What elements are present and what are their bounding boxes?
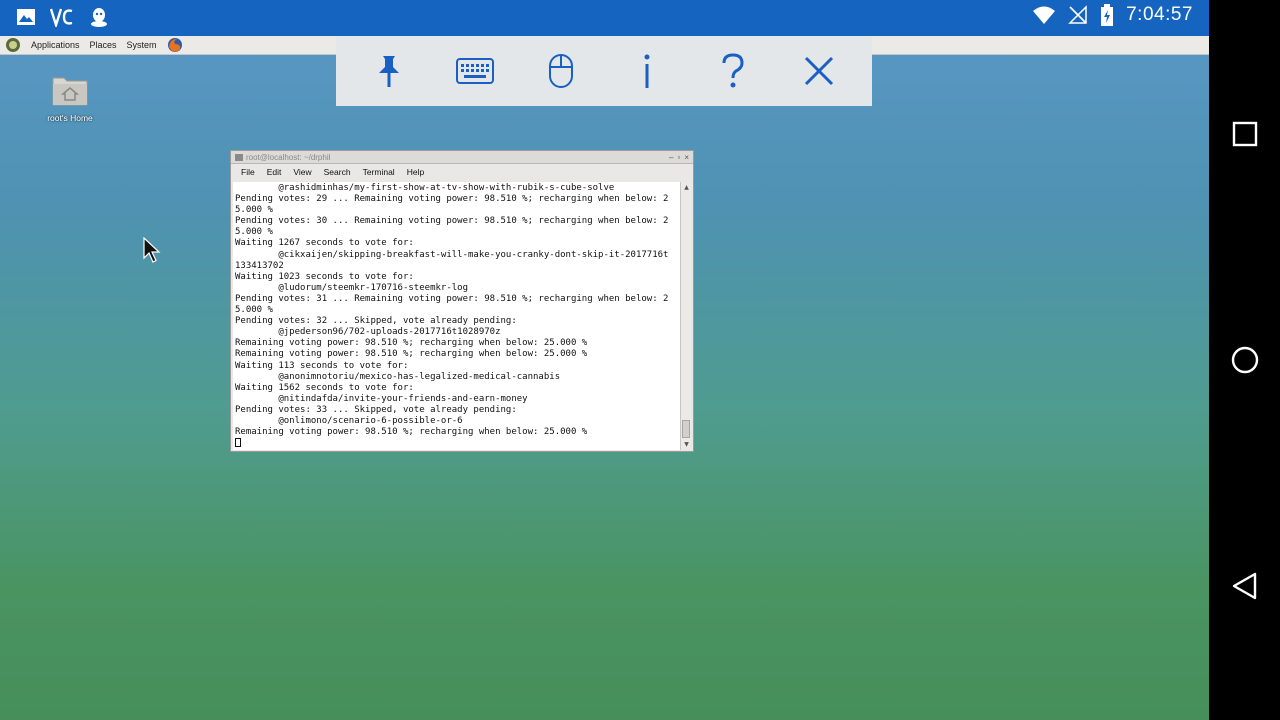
gallery-icon [17, 9, 35, 25]
terminal-cursor [235, 438, 241, 448]
terminal-line: 5.000 % [235, 227, 273, 238]
terminal-titlebar[interactable]: root@localhost: ~/drphil – ▫ × [231, 151, 693, 164]
terminal-line: Remaining voting power: 98.510 %; rechar… [235, 338, 588, 349]
menu-edit[interactable]: Edit [267, 167, 282, 177]
menu-help[interactable]: Help [407, 167, 424, 177]
terminal-line: Remaining voting power: 98.510 %; rechar… [235, 349, 588, 360]
home-folder-desktop-icon[interactable]: root's Home [45, 74, 95, 123]
terminal-line: Waiting 1023 seconds to vote for: [235, 271, 414, 282]
mouse-icon [549, 54, 573, 88]
terminal-line: 5.000 % [235, 305, 273, 316]
terminal-line: Waiting 1562 seconds to vote for: [235, 382, 414, 393]
notification-app-icon [91, 8, 107, 27]
home-icon [1231, 346, 1259, 374]
battery-charging-icon [1101, 4, 1114, 26]
terminal-line: @jpederson96/702-uploads-2017716t1028970… [235, 327, 501, 338]
scroll-down-icon[interactable]: ▼ [681, 439, 692, 450]
applications-menu[interactable]: Applications [31, 40, 80, 50]
terminal-line: Remaining voting power: 98.510 %; rechar… [235, 427, 588, 438]
pin-icon [379, 56, 399, 87]
status-bar: 7:04:57 [0, 0, 1209, 36]
terminal-prompt-line [235, 438, 682, 449]
recents-button[interactable] [1229, 118, 1261, 150]
home-button[interactable] [1229, 344, 1261, 376]
recents-icon [1232, 121, 1258, 147]
mouse-pointer-icon [143, 237, 161, 263]
home-folder-icon [52, 77, 88, 106]
menu-terminal[interactable]: Terminal [363, 167, 395, 177]
terminal-line: @ludorum/steemkr-170716-steemkr-log [235, 282, 468, 293]
terminal-output[interactable]: @rashidminhas/my-first-show-at-tv-show-w… [233, 182, 682, 450]
maximize-icon[interactable]: ▫ [677, 151, 680, 164]
terminal-line: @cikxaijen/skipping-breakfast-will-make-… [235, 249, 669, 260]
terminal-line: @anonimnotoriu/mexico-has-legalized-medi… [235, 371, 561, 382]
remote-desktop[interactable]: Applications Places System root's Home r… [0, 36, 1209, 720]
wifi-icon [1033, 6, 1056, 24]
close-icon [804, 56, 834, 86]
back-icon [1232, 572, 1257, 600]
close-toolbar-button[interactable] [795, 47, 843, 95]
android-nav-bar [1209, 0, 1280, 720]
system-menu[interactable]: System [127, 40, 157, 50]
terminal-line: Waiting 113 seconds to vote for: [235, 360, 409, 371]
menu-view[interactable]: View [293, 167, 311, 177]
vnc-logo-icon [50, 8, 73, 27]
help-icon [722, 53, 744, 88]
terminal-scrollbar[interactable]: ▲ ▼ [680, 182, 691, 450]
info-icon [644, 54, 650, 88]
keyboard-button[interactable] [451, 47, 499, 95]
terminal-line: 5.000 % [235, 205, 273, 216]
scroll-up-icon[interactable]: ▲ [681, 182, 692, 193]
back-button[interactable] [1229, 570, 1261, 602]
terminal-line: Pending votes: 33 ... Skipped, vote alre… [235, 404, 517, 415]
terminal-line: Waiting 1267 seconds to vote for: [235, 238, 414, 249]
terminal-line: Pending votes: 31 ... Remaining voting p… [235, 293, 669, 304]
terminal-line: Pending votes: 30 ... Remaining voting p… [235, 216, 669, 227]
scrollbar-thumb[interactable] [682, 420, 690, 438]
keyboard-icon [456, 58, 494, 84]
minimize-icon[interactable]: – [669, 151, 673, 164]
home-folder-label: root's Home [47, 113, 93, 123]
terminal-menubar: File Edit View Search Terminal Help [231, 164, 693, 179]
info-button[interactable] [623, 47, 671, 95]
terminal-line: 133413702 [235, 260, 284, 271]
terminal-line: @onlimono/scenario-6-possible-or-6 [235, 415, 463, 426]
terminal-icon [235, 154, 243, 161]
terminal-line: Pending votes: 32 ... Skipped, vote alre… [235, 316, 517, 327]
terminal-line: @rashidminhas/my-first-show-at-tv-show-w… [235, 183, 615, 193]
menu-file[interactable]: File [241, 167, 255, 177]
pin-toolbar-button[interactable] [365, 47, 413, 95]
terminal-line: Pending votes: 29 ... Remaining voting p… [235, 194, 669, 205]
terminal-title: root@localhost: ~/drphil [246, 153, 331, 162]
places-menu[interactable]: Places [90, 40, 117, 50]
help-button[interactable] [709, 47, 757, 95]
clock: 7:04:57 [1126, 4, 1193, 25]
no-signal-icon [1068, 5, 1087, 24]
mouse-button[interactable] [537, 47, 585, 95]
distro-logo-icon[interactable] [5, 37, 21, 53]
window-close-icon[interactable]: × [684, 151, 689, 164]
terminal-line: @nitindafda/invite-your-friends-and-earn… [235, 393, 528, 404]
firefox-icon[interactable] [167, 37, 183, 53]
menu-search[interactable]: Search [324, 167, 351, 177]
terminal-window[interactable]: root@localhost: ~/drphil – ▫ × File Edit… [230, 150, 694, 452]
vnc-toolbar [336, 36, 872, 106]
